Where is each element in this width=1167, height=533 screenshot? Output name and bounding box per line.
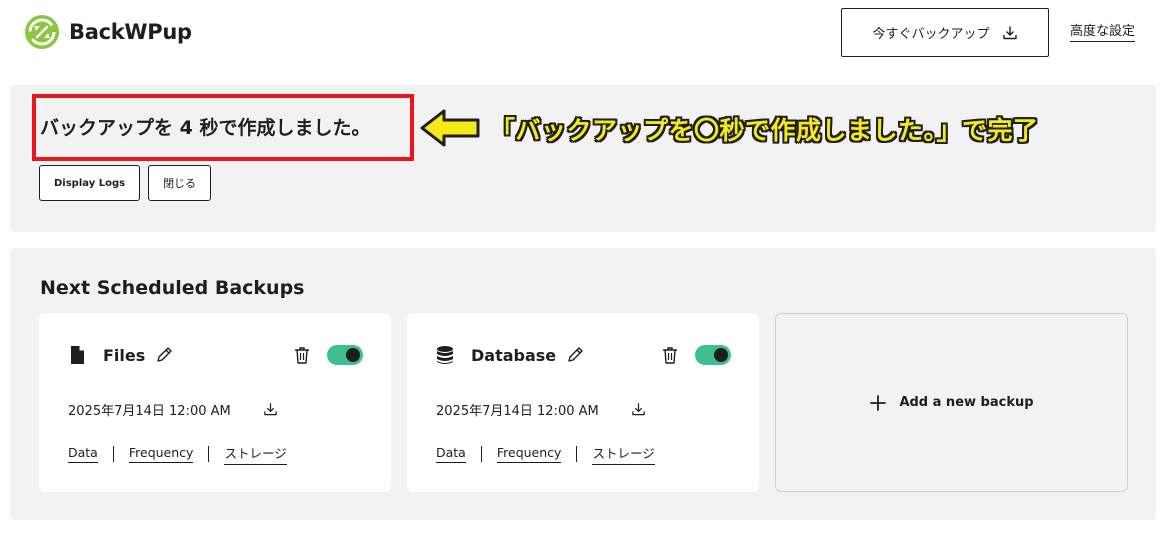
pencil-icon[interactable] — [566, 346, 584, 364]
add-backup-label: Add a new backup — [899, 395, 1034, 410]
card-links: Data Frequency ストレージ — [68, 443, 287, 465]
backwpup-logo-icon — [25, 15, 59, 49]
toggle-knob — [346, 348, 360, 362]
link-divider — [480, 446, 482, 462]
card-title: Database — [471, 345, 557, 365]
schedule-toggle[interactable] — [695, 345, 731, 365]
date-text: 2025年7月14日 12:00 AM — [436, 404, 599, 419]
card-links: Data Frequency ストレージ — [436, 443, 655, 465]
card-header: Files — [67, 343, 363, 367]
close-button[interactable]: 閉じる — [148, 165, 212, 201]
next-run-date: 2025年7月14日 12:00 AM — [68, 400, 278, 419]
database-icon — [437, 346, 453, 364]
section-title: Next Scheduled Backups — [40, 277, 305, 299]
app-name: BackWPup — [69, 20, 192, 44]
next-scheduled-backups: Next Scheduled Backups Files 2025年7月14日 … — [10, 248, 1156, 520]
trash-icon[interactable] — [662, 346, 678, 364]
backup-now-label: 今すぐバックアップ — [872, 27, 990, 42]
trash-icon[interactable] — [294, 346, 310, 364]
brand-logo: BackWPup — [24, 14, 192, 50]
backup-now-button[interactable]: 今すぐバックアップ — [841, 8, 1049, 57]
file-icon — [71, 346, 84, 364]
link-divider — [576, 446, 578, 462]
link-divider — [112, 446, 114, 462]
storage-link[interactable]: ストレージ — [592, 443, 655, 465]
add-new-backup-button[interactable]: Add a new backup — [775, 313, 1128, 492]
backup-complete-notice: バックアップを 4 秒で作成しました。 Display Logs 閉じる 「バッ… — [10, 85, 1156, 232]
card-header: Database — [435, 343, 731, 367]
annotation-arrow-icon — [420, 109, 480, 147]
data-link[interactable]: Data — [68, 445, 98, 463]
date-text: 2025年7月14日 12:00 AM — [68, 404, 231, 419]
backup-card-files: Files 2025年7月14日 12:00 AM Data Frequency… — [39, 313, 391, 492]
frequency-link[interactable]: Frequency — [128, 445, 194, 463]
download-icon[interactable] — [631, 402, 646, 417]
advanced-settings-link[interactable]: 高度な設定 — [1070, 20, 1136, 42]
notice-message: バックアップを 4 秒で作成しました。 — [40, 117, 371, 139]
storage-link[interactable]: ストレージ — [224, 443, 287, 465]
card-title: Files — [103, 345, 146, 365]
download-icon — [1002, 25, 1017, 39]
next-run-date: 2025年7月14日 12:00 AM — [436, 400, 646, 419]
notice-actions: Display Logs 閉じる — [39, 165, 212, 201]
toggle-knob — [714, 348, 728, 362]
display-logs-button[interactable]: Display Logs — [39, 165, 141, 201]
link-divider — [208, 446, 210, 462]
plus-icon — [870, 394, 887, 411]
pencil-icon[interactable] — [155, 346, 173, 364]
data-link[interactable]: Data — [436, 445, 466, 463]
download-icon[interactable] — [263, 402, 278, 417]
schedule-toggle[interactable] — [327, 345, 363, 365]
frequency-link[interactable]: Frequency — [496, 445, 562, 463]
annotation-text: 「バックアップを〇秒で作成しました。」で完了 — [490, 116, 1039, 145]
backup-card-database: Database 2025年7月14日 12:00 AM Data Freque… — [407, 313, 759, 492]
